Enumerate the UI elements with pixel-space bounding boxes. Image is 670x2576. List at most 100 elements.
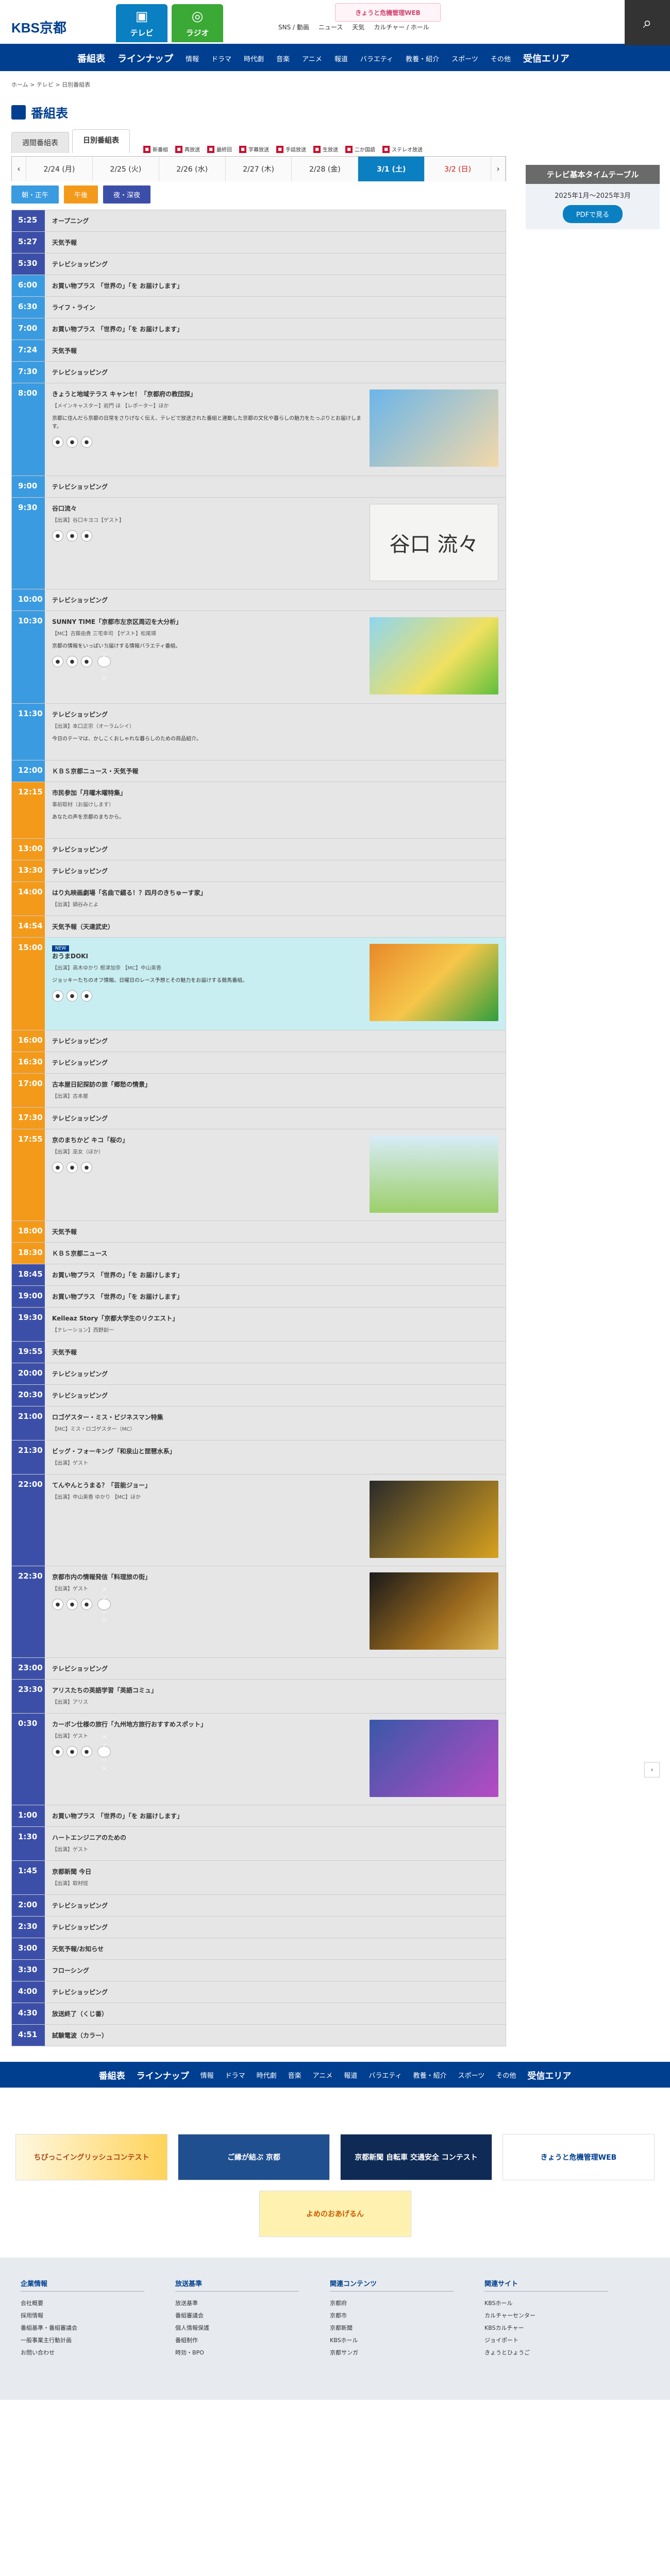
program-row[interactable]: 19:55 天気予報 — [12, 1341, 506, 1363]
program-row[interactable]: 1:00 お買い物プラス 「世界の」「を お届けします」 — [12, 1805, 506, 1826]
program-row[interactable]: 2:30 テレビショッピング — [12, 1916, 506, 1938]
program-row[interactable]: 3:30 フローシング — [12, 1959, 506, 1981]
program-title[interactable]: Kelleaz Story「京都大学生のリクエスト」 — [52, 1314, 498, 1323]
program-row[interactable]: 18:45 お買い物プラス 「世界の」「を お届けします」 — [12, 1264, 506, 1285]
footer-link[interactable]: 番組審議会 — [175, 2309, 299, 2321]
tab-weekly[interactable]: 週間番組表 — [11, 132, 69, 153]
x-icon[interactable]: ● — [52, 436, 63, 448]
program-row[interactable]: 10:00 テレビショッピング — [12, 589, 506, 611]
date-tab[interactable]: 3/2 (日) — [425, 157, 492, 181]
program-row[interactable]: 7:00 お買い物プラス 「世界の」「を お届けします」 — [12, 318, 506, 340]
program-title[interactable]: テレビショッピング — [52, 1988, 498, 1996]
instagram-icon[interactable]: ● — [66, 1162, 78, 1173]
program-title[interactable]: テレビショッピング — [52, 596, 498, 604]
program-title[interactable]: きょうと地域テラス キャンセ！「京都府の教団探」 — [52, 389, 361, 398]
filter-afternoon[interactable]: 午後 — [64, 185, 98, 204]
program-title[interactable]: 天気予報 — [52, 1348, 498, 1357]
program-title[interactable]: 京都市内の情報発信「料理旅の街」 — [52, 1572, 361, 1581]
program-title[interactable]: 放送終了（くじ番） — [52, 2009, 498, 2018]
x-icon[interactable]: ● — [52, 1599, 63, 1610]
program-row[interactable]: 1:45 京都新聞 今日 【出演】取材班 — [12, 1860, 506, 1894]
subnav-item[interactable]: 教養・紹介 — [406, 54, 439, 63]
date-tab[interactable]: 2/26 (水) — [159, 157, 226, 181]
program-row[interactable]: 22:00 てんやんとうまる？「芸能ジョー」 【出演】中山美香 ゆかり 【MC】ほか — [12, 1474, 506, 1566]
footer-link[interactable]: 番組制作 — [175, 2334, 299, 2346]
facebook-icon[interactable]: ● — [81, 530, 92, 541]
program-row[interactable]: 4:30 放送終了（くじ番） — [12, 2003, 506, 2024]
program-title[interactable]: 天気予報 — [52, 1227, 498, 1236]
program-title[interactable]: SUNNY TIME「京都市左京区周辺を大分析」 — [52, 617, 361, 626]
program-title[interactable]: てんやんとうまる？「芸能ジョー」 — [52, 1481, 361, 1489]
program-row[interactable]: 21:30 ビッグ・フォーキング「和泉山と琵琶水系」 【出演】ゲスト — [12, 1440, 506, 1474]
program-row[interactable]: 11:30 テレビショッピング 【出演】本口正宗（オーラムシイ） 今日のテーマは、かし… — [12, 703, 506, 760]
message-button[interactable]: メッセージ — [97, 645, 111, 681]
program-row[interactable]: 0:30 カーボン仕様の旅行「九州地方旅行おすすめスポット」 【出演】ゲスト ● ● ● メ… — [12, 1713, 506, 1805]
program-title[interactable]: テレビショッピング — [52, 368, 498, 377]
program-title[interactable]: 天気予報（天達武史） — [52, 922, 498, 931]
subnav-item[interactable]: バラエティ — [360, 54, 393, 63]
program-title[interactable]: テレビショッピング — [52, 1037, 498, 1045]
footer-link[interactable]: 一般事業主行動計画 — [21, 2334, 144, 2346]
date-tab[interactable]: 3/1 (土) — [358, 157, 425, 181]
instagram-icon[interactable]: ● — [66, 656, 78, 667]
footer-link[interactable]: お問い合わせ — [21, 2346, 144, 2359]
program-title[interactable]: アリスたちの英語学習「英語コミュ」 — [52, 1686, 498, 1694]
banner-kyoto[interactable]: ご縁が結ぶ 京都 — [178, 2134, 330, 2180]
program-row[interactable]: 14:00 はり丸映画劇場「名曲で綴る！？四月のきちゅーす家」 【出演】鍋谷みとよ — [12, 882, 506, 916]
subnav-item[interactable]: その他 — [491, 54, 511, 63]
program-row[interactable]: 21:00 ロゴゲスター・ミス・ビジネスマン特集 【MC】ミス・ロゴゲスター（MC） — [12, 1406, 506, 1440]
footnav-item[interactable]: その他 — [496, 2070, 516, 2080]
x-icon[interactable]: ● — [52, 1162, 63, 1173]
program-row[interactable]: 4:00 テレビショッピング — [12, 1981, 506, 2003]
footer-link[interactable]: 京都新聞 — [330, 2321, 454, 2334]
program-title[interactable]: テレビショッピング — [52, 710, 498, 719]
footnav-item[interactable]: バラエティ — [368, 2070, 401, 2080]
radio-tab[interactable]: ◎ ラジオ — [172, 4, 223, 42]
facebook-icon[interactable]: ● — [81, 1162, 92, 1173]
program-title[interactable]: お買い物プラス 「世界の」「を お届けします」 — [52, 1270, 498, 1279]
x-icon[interactable]: ● — [52, 656, 63, 667]
subnav-item[interactable]: ドラマ — [211, 54, 231, 63]
program-title[interactable]: テレビショッピング — [52, 1901, 498, 1910]
program-row[interactable]: 16:00 テレビショッピング — [12, 1030, 506, 1052]
program-row[interactable]: 1:30 ハートエンジニアのための 【出演】ゲスト — [12, 1826, 506, 1860]
program-title[interactable]: お買い物プラス 「世界の」「を お届けします」 — [52, 281, 498, 290]
program-row[interactable]: 5:25 オープニング — [12, 210, 506, 231]
footer-link[interactable]: 放送基準 — [175, 2297, 299, 2309]
program-title[interactable]: テレビショッピング — [52, 845, 498, 854]
tab-daily[interactable]: 日別番組表 — [72, 129, 130, 153]
facebook-icon[interactable]: ● — [81, 436, 92, 448]
program-thumbnail[interactable] — [370, 1720, 498, 1797]
x-icon[interactable]: ● — [52, 1746, 63, 1757]
footer-link[interactable]: 京都サンガ — [330, 2346, 454, 2359]
program-title[interactable]: 京都新聞 今日 — [52, 1867, 498, 1876]
program-title[interactable]: テレビショッピング — [52, 1664, 498, 1673]
program-row[interactable]: 20:00 テレビショッピング — [12, 1363, 506, 1384]
subnav-item[interactable]: 番組表 — [77, 52, 105, 65]
program-title[interactable]: ハートエンジニアのための — [52, 1833, 498, 1842]
footnav-item[interactable]: 教養・紹介 — [413, 2070, 447, 2080]
instagram-icon[interactable]: ● — [66, 1599, 78, 1610]
program-title[interactable]: ＫＢＳ京都ニュース — [52, 1249, 498, 1258]
program-row[interactable]: 6:00 お買い物プラス 「世界の」「を お届けします」 — [12, 275, 506, 296]
program-title[interactable]: ロゴゲスター・ミス・ビジネスマン特集 — [52, 1413, 498, 1421]
program-row[interactable]: 8:00 きょうと地域テラス キャンセ！「京都府の教団探」 【メインキャスター】岩門… — [12, 383, 506, 476]
program-row[interactable]: 18:30 ＫＢＳ京都ニュース — [12, 1242, 506, 1264]
program-row[interactable]: 19:30 Kelleaz Story「京都大学生のリクエスト」 【ナレーション】西… — [12, 1307, 506, 1341]
program-title[interactable]: テレビショッピング — [52, 867, 498, 875]
footer-link[interactable]: きょうとひょうご — [484, 2346, 608, 2359]
program-thumbnail[interactable] — [370, 944, 498, 1021]
program-title[interactable]: はり丸映画劇場「名曲で綴る！？四月のきちゅーす家」 — [52, 888, 498, 897]
date-tab[interactable]: 2/25 (火) — [93, 157, 159, 181]
footnav-item[interactable]: 番組表 — [99, 2069, 125, 2081]
program-row[interactable]: 23:00 テレビショッピング — [12, 1657, 506, 1679]
program-row[interactable]: 13:00 テレビショッピング — [12, 838, 506, 860]
banner-english[interactable]: ちびっこイングリッシュコンテスト — [15, 2134, 167, 2180]
program-row[interactable]: 2:00 テレビショッピング — [12, 1894, 506, 1916]
program-thumbnail[interactable] — [370, 1136, 498, 1213]
program-title[interactable]: 天気予報 — [52, 238, 498, 247]
program-thumbnail[interactable] — [370, 617, 498, 694]
footer-link[interactable]: 時効・BPO — [175, 2346, 299, 2359]
program-row[interactable]: 12:00 ＫＢＳ京都ニュース・天気予報 — [12, 760, 506, 782]
util-culture[interactable]: カルチャー / ホール — [374, 23, 429, 31]
